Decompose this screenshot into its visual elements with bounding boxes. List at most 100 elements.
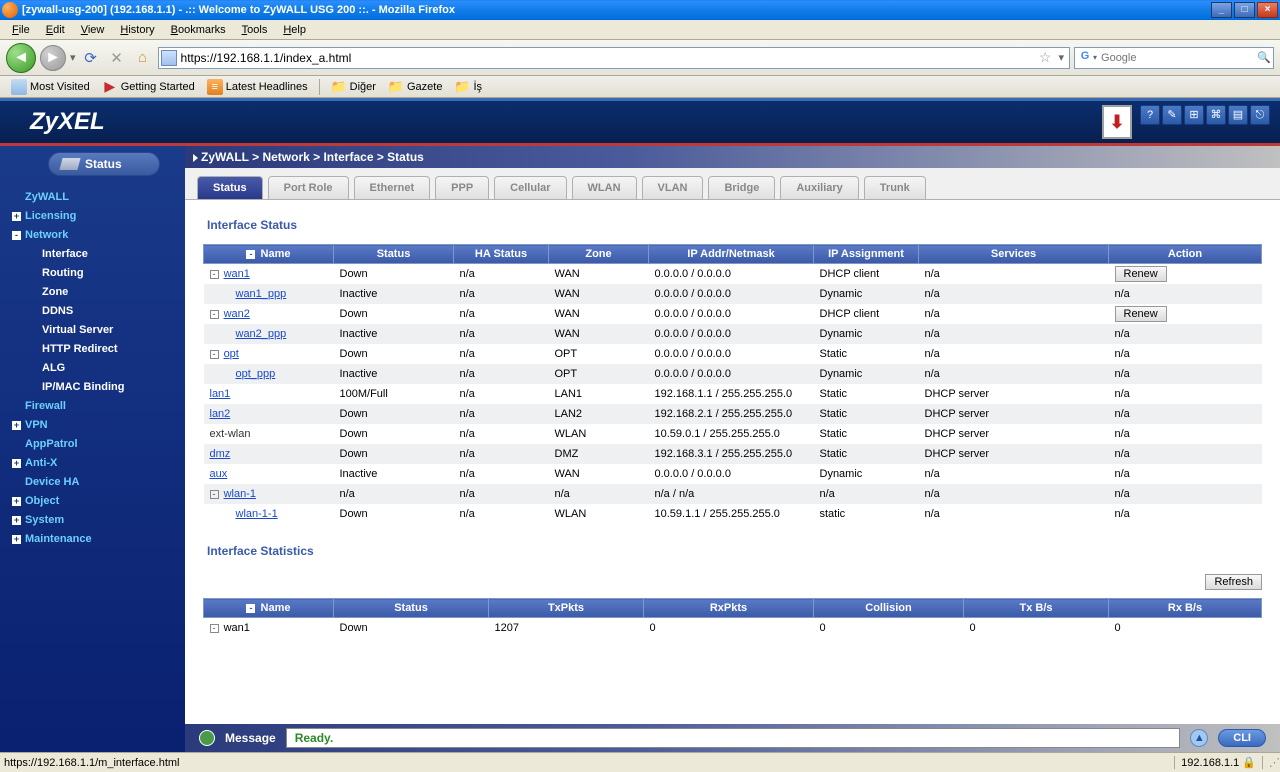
- console-icon[interactable]: ⌘: [1206, 105, 1226, 125]
- sidebar-item-zywall[interactable]: ZyWALL: [4, 188, 185, 207]
- expand-icon[interactable]: -: [210, 310, 219, 319]
- bookmark-i̇ş[interactable]: 📁İş: [449, 77, 487, 97]
- sidebar-item-anti-x[interactable]: +Anti-X: [4, 454, 185, 473]
- reload-button[interactable]: ⟳: [80, 47, 102, 69]
- interface-link[interactable]: wlan-1: [224, 488, 256, 500]
- collapse-icon[interactable]: ▲: [1190, 729, 1208, 747]
- expand-icon[interactable]: +: [12, 516, 21, 525]
- download-icon[interactable]: ⬇: [1102, 105, 1132, 139]
- tab-trunk[interactable]: Trunk: [864, 176, 926, 199]
- menu-edit[interactable]: Edit: [38, 22, 73, 38]
- firefox-icon: [2, 2, 18, 18]
- google-icon[interactable]: G: [1077, 50, 1093, 66]
- bookmark-diğer[interactable]: 📁Diğer: [326, 77, 381, 97]
- expand-icon[interactable]: +: [12, 421, 21, 430]
- tab-vlan[interactable]: VLAN: [642, 176, 704, 199]
- url-dropdown-icon[interactable]: ▾: [1055, 51, 1067, 64]
- sidebar-item-virtual-server[interactable]: Virtual Server: [4, 321, 185, 340]
- help-icon[interactable]: ?: [1140, 105, 1160, 125]
- interface-link[interactable]: dmz: [210, 448, 231, 460]
- interface-link[interactable]: wan1_ppp: [236, 288, 287, 300]
- forward-button[interactable]: ►: [40, 45, 66, 71]
- logout-icon[interactable]: ⎋: [1250, 105, 1270, 125]
- sidebar-item-interface[interactable]: Interface: [4, 245, 185, 264]
- bookmark-star-icon[interactable]: ☆: [1035, 49, 1056, 66]
- sidebar-item-firewall[interactable]: Firewall: [4, 397, 185, 416]
- interface-link[interactable]: opt_ppp: [236, 368, 276, 380]
- sidebar-item-ip-mac-binding[interactable]: IP/MAC Binding: [4, 378, 185, 397]
- tab-status[interactable]: Status: [197, 176, 263, 199]
- interface-link[interactable]: wlan-1-1: [236, 508, 278, 520]
- bookmark-most-visited[interactable]: Most Visited: [6, 77, 95, 97]
- expand-icon[interactable]: +: [12, 212, 21, 221]
- expand-icon[interactable]: +: [12, 459, 21, 468]
- sidebar-item-licensing[interactable]: +Licensing: [4, 207, 185, 226]
- folder-icon: 📁: [388, 79, 404, 95]
- expand-icon[interactable]: -: [210, 624, 219, 633]
- sitemap-icon[interactable]: ⊞: [1184, 105, 1204, 125]
- renew-button[interactable]: Renew: [1115, 266, 1167, 282]
- sidebar-item-object[interactable]: +Object: [4, 492, 185, 511]
- sidebar-item-routing[interactable]: Routing: [4, 264, 185, 283]
- refresh-button[interactable]: Refresh: [1205, 574, 1262, 590]
- sidebar-item-maintenance[interactable]: +Maintenance: [4, 530, 185, 549]
- home-button[interactable]: ⌂: [132, 47, 154, 69]
- tool-icon[interactable]: ✎: [1162, 105, 1182, 125]
- tab-cellular[interactable]: Cellular: [494, 176, 566, 199]
- bookmark-gazete[interactable]: 📁Gazete: [383, 77, 447, 97]
- resize-grip[interactable]: ⋰: [1262, 756, 1276, 769]
- cli-button[interactable]: CLI: [1218, 729, 1266, 747]
- stop-button[interactable]: ✕: [106, 47, 128, 69]
- expand-icon[interactable]: -: [210, 490, 219, 499]
- expand-icon[interactable]: +: [12, 535, 21, 544]
- bookmark-latest-headlines[interactable]: ≡Latest Headlines: [202, 77, 313, 97]
- sidebar-item-alg[interactable]: ALG: [4, 359, 185, 378]
- browser-statusbar: https://192.168.1.1/m_interface.html 192…: [0, 752, 1280, 772]
- table-row: dmzDownn/aDMZ192.168.3.1 / 255.255.255.0…: [204, 444, 1262, 464]
- interface-link[interactable]: lan1: [210, 388, 231, 400]
- interface-link[interactable]: aux: [210, 468, 228, 480]
- menu-file[interactable]: File: [4, 22, 38, 38]
- table-row: lan1100M/Fulln/aLAN1192.168.1.1 / 255.25…: [204, 384, 1262, 404]
- sidebar-item-http-redirect[interactable]: HTTP Redirect: [4, 340, 185, 359]
- menu-bookmarks[interactable]: Bookmarks: [163, 22, 234, 38]
- reference-icon[interactable]: ▤: [1228, 105, 1248, 125]
- search-go-icon[interactable]: 🔍: [1257, 51, 1271, 64]
- expand-icon[interactable]: -: [12, 231, 21, 240]
- expand-icon[interactable]: -: [210, 350, 219, 359]
- menu-view[interactable]: View: [73, 22, 113, 38]
- renew-button[interactable]: Renew: [1115, 306, 1167, 322]
- expand-icon[interactable]: +: [12, 497, 21, 506]
- sidebar-item-device-ha[interactable]: Device HA: [4, 473, 185, 492]
- sidebar-item-zone[interactable]: Zone: [4, 283, 185, 302]
- menu-tools[interactable]: Tools: [234, 22, 276, 38]
- close-button[interactable]: ×: [1257, 2, 1278, 18]
- back-button[interactable]: ◄: [6, 43, 36, 73]
- url-input[interactable]: [177, 51, 1035, 65]
- interface-link[interactable]: lan2: [210, 408, 231, 420]
- interface-link[interactable]: wan1: [224, 268, 250, 280]
- tab-ethernet[interactable]: Ethernet: [354, 176, 431, 199]
- status-button[interactable]: Status: [48, 152, 160, 176]
- sidebar-item-apppatrol[interactable]: AppPatrol: [4, 435, 185, 454]
- tab-ppp[interactable]: PPP: [435, 176, 489, 199]
- interface-link[interactable]: wan2: [224, 308, 250, 320]
- col-header: Status: [334, 245, 454, 264]
- interface-link[interactable]: opt: [224, 348, 239, 360]
- sidebar-item-ddns[interactable]: DDNS: [4, 302, 185, 321]
- maximize-button[interactable]: □: [1234, 2, 1255, 18]
- search-input[interactable]: [1097, 52, 1257, 64]
- menu-help[interactable]: Help: [275, 22, 314, 38]
- tab-auxiliary[interactable]: Auxiliary: [780, 176, 858, 199]
- tab-wlan[interactable]: WLAN: [572, 176, 637, 199]
- interface-link[interactable]: wan2_ppp: [236, 328, 287, 340]
- bookmark-getting-started[interactable]: ▶Getting Started: [97, 77, 200, 97]
- menu-history[interactable]: History: [112, 22, 162, 38]
- tab-port-role[interactable]: Port Role: [268, 176, 349, 199]
- minimize-button[interactable]: _: [1211, 2, 1232, 18]
- tab-bridge[interactable]: Bridge: [708, 176, 775, 199]
- expand-icon[interactable]: -: [210, 270, 219, 279]
- sidebar-item-vpn[interactable]: +VPN: [4, 416, 185, 435]
- sidebar-item-network[interactable]: -Network: [4, 226, 185, 245]
- sidebar-item-system[interactable]: +System: [4, 511, 185, 530]
